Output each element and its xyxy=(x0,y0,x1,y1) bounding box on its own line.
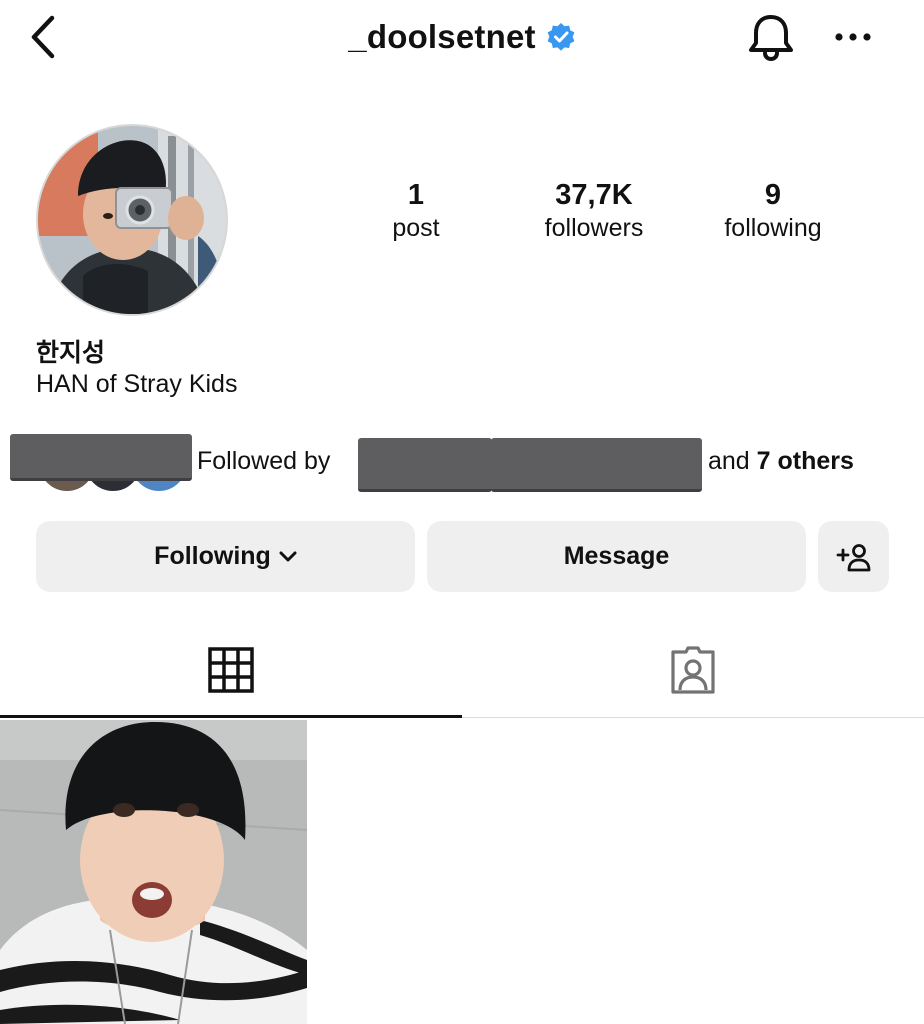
followed-by-others[interactable]: and 7 others xyxy=(708,447,854,476)
stat-following[interactable]: 9 following xyxy=(683,178,863,244)
avatar-photo xyxy=(38,126,226,314)
stat-followers-label: followers xyxy=(544,214,644,242)
tab-tagged[interactable] xyxy=(462,622,924,718)
stat-followers[interactable]: 37,7K followers xyxy=(504,178,684,244)
message-button[interactable]: Message xyxy=(427,521,806,592)
following-button-label: Following xyxy=(154,542,271,570)
stat-following-label: following xyxy=(724,214,822,242)
verified-badge-icon xyxy=(547,23,575,51)
stat-posts-label: post xyxy=(392,214,440,242)
redaction-block xyxy=(358,438,492,492)
stat-posts[interactable]: 1 post xyxy=(326,178,506,244)
tagged-person-icon xyxy=(671,646,715,694)
message-button-label: Message xyxy=(563,542,670,570)
bio-text: HAN of Stray Kids xyxy=(36,370,238,398)
tab-posts[interactable] xyxy=(0,622,462,718)
stat-followers-value: 37,7K xyxy=(555,179,633,211)
redaction-block xyxy=(491,438,702,492)
profile-header: _doolsetnet xyxy=(0,0,924,80)
others-count: 7 others xyxy=(756,447,854,475)
grid-icon xyxy=(208,647,254,693)
username: _doolsetnet xyxy=(348,18,536,55)
bell-icon[interactable] xyxy=(744,12,798,64)
stat-following-value: 9 xyxy=(764,179,782,211)
following-button[interactable]: Following xyxy=(36,521,415,592)
stat-posts-value: 1 xyxy=(407,179,425,211)
add-user-button[interactable] xyxy=(818,521,889,592)
active-tab-indicator xyxy=(0,715,462,718)
more-horizontal-icon[interactable] xyxy=(832,20,874,54)
chevron-down-icon xyxy=(279,551,297,561)
redaction-block xyxy=(10,434,192,481)
display-name: 한지성 xyxy=(36,338,106,367)
avatar[interactable] xyxy=(36,124,228,316)
and-label: and xyxy=(708,447,750,475)
post-photo xyxy=(0,720,307,1024)
add-user-icon xyxy=(836,543,870,571)
followed-by-label: Followed by xyxy=(197,447,331,475)
tabs-divider xyxy=(462,717,924,718)
post-thumbnail[interactable] xyxy=(0,720,307,1024)
